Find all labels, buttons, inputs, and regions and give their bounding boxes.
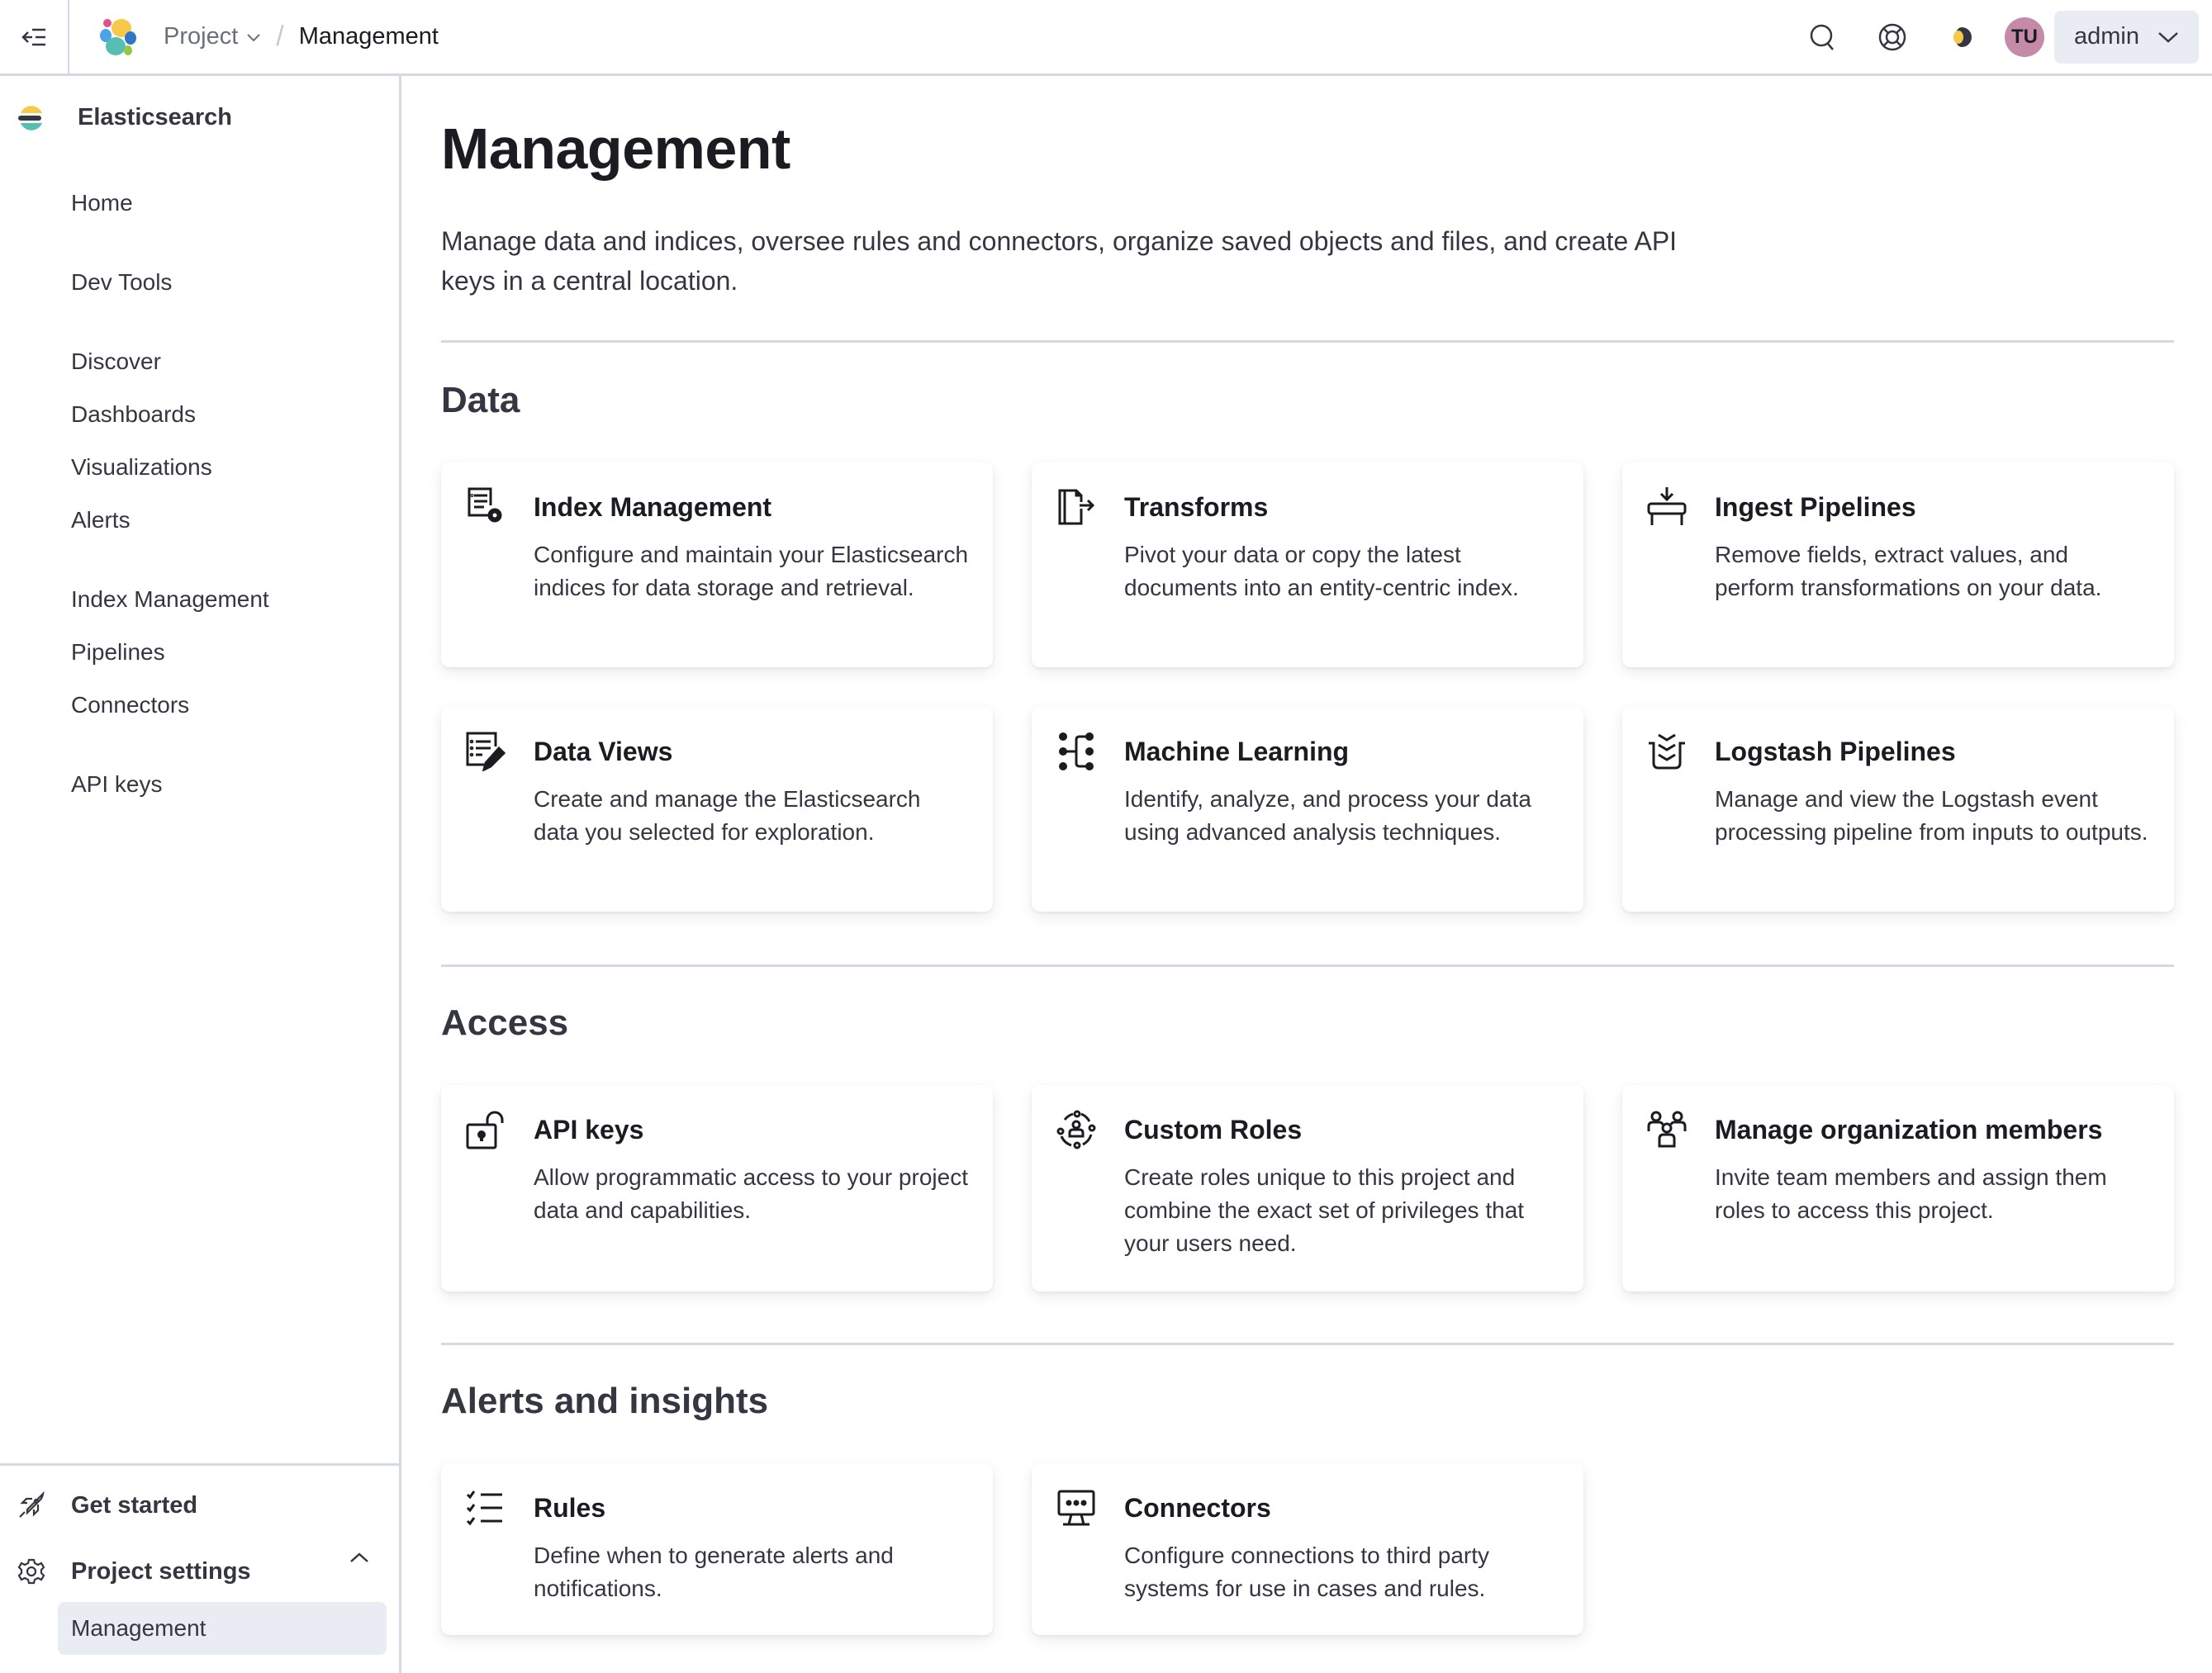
- card-title: Transforms: [1124, 492, 1269, 522]
- sidebar-brand[interactable]: Elasticsearch: [18, 104, 232, 131]
- card-title: API keys: [534, 1115, 644, 1145]
- card-data-views[interactable]: Data Views Create and manage the Elastic…: [441, 707, 993, 912]
- side-navigation: Elasticsearch Home Dev Tools Discover Da…: [0, 76, 401, 1673]
- chevron-down-icon: [247, 33, 260, 41]
- sidebar-item-dashboards[interactable]: Dashboards: [71, 401, 196, 428]
- card-transforms[interactable]: Transforms Pivot your data or copy the l…: [1032, 462, 1583, 667]
- project-settings-label: Project settings: [71, 1557, 251, 1585]
- unlock-icon: [466, 1111, 504, 1149]
- breadcrumb-current: Management: [298, 23, 439, 50]
- card-description: Configure and maintain your Elasticsearc…: [534, 542, 969, 600]
- card-title: Custom Roles: [1124, 1115, 1303, 1145]
- index-management-icon: [468, 487, 502, 523]
- chevron-up-icon: [350, 1552, 368, 1562]
- chevron-down-icon: [2158, 31, 2178, 43]
- card-description: Invite team members and assign them role…: [1715, 1164, 2107, 1223]
- help-button[interactable]: [1868, 12, 1917, 62]
- custom-roles-icon: [1056, 1110, 1096, 1149]
- sidebar-item-home[interactable]: Home: [71, 190, 133, 216]
- breadcrumb-separator: /: [276, 21, 284, 52]
- card-title: Logstash Pipelines: [1715, 737, 1956, 766]
- card-title: Index Management: [534, 492, 772, 522]
- divider: [441, 1343, 2174, 1345]
- card-description: Remove fields, extract values, and perfo…: [1715, 542, 2102, 600]
- theme-button[interactable]: [1937, 12, 1987, 62]
- transforms-icon: [1058, 489, 1095, 525]
- card-rules[interactable]: Rules Define when to generate alerts and…: [441, 1463, 993, 1635]
- card-description: Identify, analyze, and process your data…: [1124, 786, 1531, 845]
- user-menu-label: admin: [2074, 23, 2139, 50]
- page-title: Management: [441, 116, 790, 181]
- divider: [441, 340, 2174, 343]
- sidebar-item-connectors[interactable]: Connectors: [71, 692, 189, 718]
- sidebar-item-api-keys[interactable]: API keys: [71, 771, 162, 798]
- card-logstash-pipelines[interactable]: Logstash Pipelines Manage and view the L…: [1622, 707, 2174, 912]
- connectors-monitor-icon: [1057, 1490, 1095, 1526]
- section-title-alerts-and-insights: Alerts and insights: [441, 1381, 769, 1421]
- sidebar-project-settings[interactable]: Project settings: [17, 1557, 251, 1586]
- sidebar-brand-label: Elasticsearch: [78, 104, 233, 130]
- breadcrumb: Project / Management: [164, 21, 439, 53]
- get-started-label: Get started: [71, 1491, 198, 1519]
- card-title: Ingest Pipelines: [1715, 492, 1916, 522]
- machine-learning-icon: [1059, 732, 1094, 770]
- card-title: Connectors: [1124, 1493, 1271, 1523]
- divider: [441, 964, 2174, 967]
- sidebar-item-pipelines[interactable]: Pipelines: [71, 639, 165, 666]
- search-icon: [1810, 24, 1834, 50]
- sidebar-item-discover[interactable]: Discover: [71, 348, 161, 375]
- users-icon: [1647, 1111, 1687, 1148]
- breadcrumb-project-label: Project: [164, 23, 239, 50]
- user-menu-button[interactable]: admin: [2054, 10, 2199, 64]
- rocket-icon: [17, 1491, 46, 1520]
- card-title: Rules: [534, 1493, 606, 1523]
- section-title-access: Access: [441, 1002, 569, 1043]
- elasticsearch-logo: [18, 105, 42, 130]
- collapse-nav-icon: [21, 28, 45, 45]
- card-manage-organization-members[interactable]: Manage organization members Invite team …: [1622, 1085, 2174, 1291]
- card-description: Define when to generate alerts and notif…: [534, 1543, 894, 1601]
- sidebar-item-alerts[interactable]: Alerts: [71, 507, 131, 533]
- card-description: Manage and view the Logstash event proce…: [1715, 786, 2148, 845]
- card-machine-learning[interactable]: Machine Learning Identify, analyze, and …: [1032, 707, 1583, 912]
- top-header: Project / Management TU admin: [0, 0, 2212, 76]
- sidebar-footer: Get started Project settings Management: [0, 1463, 399, 1673]
- card-description: Pivot your data or copy the latest docum…: [1124, 542, 1519, 600]
- card-title: Data Views: [534, 737, 673, 766]
- card-api-keys[interactable]: API keys Allow programmatic access to yo…: [441, 1085, 993, 1291]
- search-button[interactable]: [1798, 12, 1848, 62]
- header-actions: TU admin: [1778, 0, 2212, 75]
- sidebar-item-dev-tools[interactable]: Dev Tools: [71, 269, 172, 296]
- sidebar-get-started[interactable]: Get started: [17, 1491, 197, 1520]
- sidebar-item-index-management[interactable]: Index Management: [71, 586, 269, 613]
- logstash-pipelines-icon: [1649, 733, 1685, 770]
- data-views-icon: [466, 732, 506, 771]
- card-connectors[interactable]: Connectors Configure connections to thir…: [1032, 1463, 1583, 1635]
- card-description: Create roles unique to this project and …: [1124, 1164, 1525, 1256]
- section-title-data: Data: [441, 380, 520, 420]
- card-custom-roles[interactable]: Custom Roles Create roles unique to this…: [1032, 1085, 1583, 1291]
- card-ingest-pipelines[interactable]: Ingest Pipelines Remove fields, extract …: [1622, 462, 2174, 667]
- card-title: Manage organization members: [1715, 1115, 2103, 1145]
- breadcrumb-project[interactable]: Project: [164, 23, 261, 50]
- user-avatar[interactable]: TU: [2005, 17, 2044, 57]
- card-title: Machine Learning: [1124, 737, 1350, 766]
- card-index-management[interactable]: Index Management Configure and maintain …: [441, 462, 993, 667]
- theme-icon: [1953, 24, 1974, 50]
- page-description: Manage data and indices, oversee rules a…: [441, 226, 1678, 296]
- elastic-logo[interactable]: [97, 17, 139, 58]
- card-description: Configure connections to third party sys…: [1124, 1543, 1490, 1601]
- rules-checklist-icon: [466, 1491, 502, 1526]
- card-description: Allow programmatic access to your projec…: [534, 1164, 968, 1223]
- ingest-pipelines-icon: [1647, 487, 1687, 525]
- sidebar-item-visualizations[interactable]: Visualizations: [71, 454, 212, 481]
- sidebar-item-management[interactable]: Management: [58, 1602, 387, 1655]
- help-icon: [1878, 23, 1906, 50]
- project-settings-collapse-button[interactable]: [349, 1552, 369, 1567]
- gear-icon: [17, 1557, 46, 1586]
- card-description: Create and manage the Elasticsearch data…: [534, 786, 921, 845]
- collapse-nav-button[interactable]: [0, 0, 69, 75]
